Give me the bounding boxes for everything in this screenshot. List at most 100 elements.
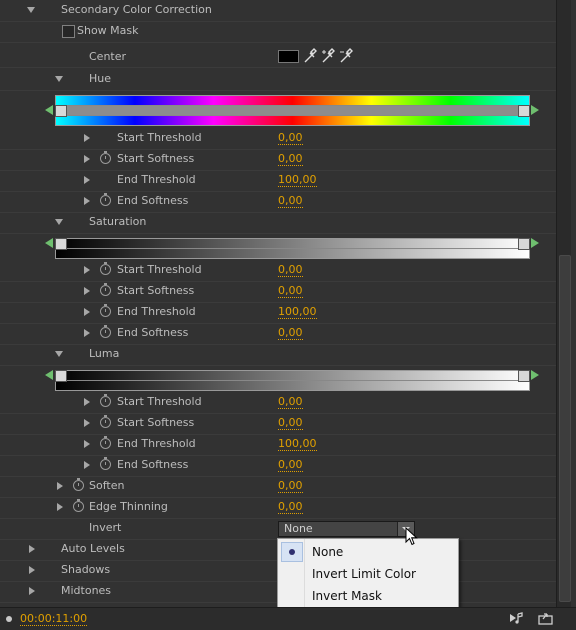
stopwatch-icon[interactable] bbox=[100, 151, 111, 164]
menu-item-label: Invert Limit Color bbox=[312, 567, 416, 581]
expand-triangle-icon[interactable] bbox=[84, 329, 90, 337]
menu-item-invert-limit-color[interactable]: Invert Limit Color bbox=[279, 563, 457, 584]
hue-start-softness-value[interactable]: 0,00 bbox=[278, 152, 303, 166]
center-color-swatch[interactable] bbox=[278, 50, 299, 63]
hue-header[interactable]: Hue bbox=[0, 69, 556, 91]
eyedropper-plus-icon[interactable] bbox=[321, 48, 335, 64]
hue-right-arrow-icon[interactable] bbox=[531, 105, 539, 115]
hue-end-handle[interactable] bbox=[518, 105, 530, 117]
expand-triangle-icon[interactable] bbox=[84, 461, 90, 469]
param-label: End Softness bbox=[117, 194, 189, 207]
hue-end-threshold-row: End Threshold 100,00 bbox=[0, 170, 556, 192]
stopwatch-icon[interactable] bbox=[100, 457, 111, 470]
saturation-left-arrow-icon[interactable] bbox=[45, 238, 53, 248]
expand-triangle-icon[interactable] bbox=[84, 134, 90, 142]
luma-gradient-top bbox=[56, 371, 529, 380]
invert-label: Invert bbox=[89, 521, 122, 534]
hue-start-handle[interactable] bbox=[55, 105, 67, 117]
eyedropper-minus-icon[interactable] bbox=[339, 48, 353, 64]
show-mask-label: Show Mask bbox=[77, 24, 139, 37]
saturation-start-softness-value[interactable]: 0,00 bbox=[278, 284, 303, 298]
stopwatch-icon[interactable] bbox=[100, 193, 111, 206]
collapse-triangle-icon[interactable] bbox=[55, 351, 63, 357]
saturation-end-handle[interactable] bbox=[518, 238, 530, 250]
stopwatch-icon[interactable] bbox=[100, 415, 111, 428]
hue-end-threshold-value[interactable]: 100,00 bbox=[278, 173, 317, 187]
param-label: Start Softness bbox=[117, 284, 195, 297]
menu-item-invert-mask[interactable]: Invert Mask bbox=[279, 585, 457, 606]
luma-header[interactable]: Luma bbox=[0, 344, 556, 366]
stopwatch-icon[interactable] bbox=[100, 436, 111, 449]
collapse-triangle-icon[interactable] bbox=[55, 76, 63, 82]
stopwatch-icon[interactable] bbox=[100, 325, 111, 338]
param-label: End Softness bbox=[117, 458, 189, 471]
invert-dropdown[interactable]: None bbox=[278, 521, 415, 537]
export-icon[interactable] bbox=[538, 611, 554, 628]
hue-start-threshold-value[interactable]: 0,00 bbox=[278, 131, 303, 145]
expand-triangle-icon[interactable] bbox=[84, 176, 90, 184]
param-label: End Threshold bbox=[117, 305, 196, 318]
menu-item-none[interactable]: None bbox=[279, 541, 457, 562]
audio-playback-icon[interactable] bbox=[509, 611, 525, 628]
edge-thinning-value[interactable]: 0,00 bbox=[278, 500, 303, 514]
saturation-header[interactable]: Saturation bbox=[0, 212, 556, 234]
scrollbar-thumb[interactable] bbox=[559, 255, 571, 602]
expand-triangle-icon[interactable] bbox=[84, 398, 90, 406]
param-label: Start Threshold bbox=[117, 263, 202, 276]
edge-thinning-label: Edge Thinning bbox=[89, 500, 168, 513]
expand-triangle-icon[interactable] bbox=[84, 287, 90, 295]
expand-triangle-icon[interactable] bbox=[57, 482, 63, 490]
saturation-end-threshold-value[interactable]: 100,00 bbox=[278, 305, 317, 319]
param-label: End Threshold bbox=[117, 437, 196, 450]
saturation-right-arrow-icon[interactable] bbox=[531, 238, 539, 248]
expand-triangle-icon[interactable] bbox=[84, 155, 90, 163]
luma-start-threshold-value[interactable]: 0,00 bbox=[278, 395, 303, 409]
expand-triangle-icon[interactable] bbox=[84, 440, 90, 448]
hue-left-arrow-icon[interactable] bbox=[45, 105, 53, 115]
saturation-end-softness-value[interactable]: 0,00 bbox=[278, 326, 303, 340]
eyedropper-icon[interactable] bbox=[303, 48, 317, 64]
luma-end-threshold-value[interactable]: 100,00 bbox=[278, 437, 317, 451]
expand-triangle-icon[interactable] bbox=[57, 503, 63, 511]
luma-start-softness-value[interactable]: 0,00 bbox=[278, 416, 303, 430]
section-secondary-color-correction[interactable]: Secondary Color Correction bbox=[0, 0, 556, 22]
luma-range-bar[interactable] bbox=[55, 370, 530, 391]
section-label: Midtones bbox=[61, 584, 112, 597]
stopwatch-icon[interactable] bbox=[73, 499, 84, 512]
section-label: Auto Levels bbox=[61, 542, 125, 555]
expand-triangle-icon[interactable] bbox=[29, 545, 35, 553]
expand-triangle-icon[interactable] bbox=[84, 197, 90, 205]
expand-triangle-icon[interactable] bbox=[84, 419, 90, 427]
luma-start-handle[interactable] bbox=[55, 370, 67, 382]
param-label: End Threshold bbox=[117, 173, 196, 186]
panel-footer: 00:00:11:00 bbox=[0, 607, 576, 630]
luma-end-handle[interactable] bbox=[518, 370, 530, 382]
expand-triangle-icon[interactable] bbox=[84, 266, 90, 274]
luma-end-softness-value[interactable]: 0,00 bbox=[278, 458, 303, 472]
collapse-triangle-icon[interactable] bbox=[27, 7, 35, 13]
saturation-start-threshold-value[interactable]: 0,00 bbox=[278, 263, 303, 277]
invert-dropdown-value: None bbox=[284, 522, 313, 535]
expand-triangle-icon[interactable] bbox=[29, 587, 35, 595]
expand-triangle-icon[interactable] bbox=[29, 566, 35, 574]
show-mask-checkbox[interactable] bbox=[62, 25, 75, 38]
soften-value[interactable]: 0,00 bbox=[278, 479, 303, 493]
timecode-display[interactable]: 00:00:11:00 bbox=[20, 612, 88, 626]
vertical-scrollbar[interactable] bbox=[556, 0, 571, 607]
luma-right-arrow-icon[interactable] bbox=[531, 370, 539, 380]
collapse-triangle-icon[interactable] bbox=[55, 219, 63, 225]
stopwatch-icon[interactable] bbox=[100, 262, 111, 275]
saturation-start-handle[interactable] bbox=[55, 238, 67, 250]
saturation-range-bar[interactable] bbox=[55, 238, 530, 259]
hue-range-bar[interactable] bbox=[55, 95, 530, 126]
stopwatch-icon[interactable] bbox=[73, 478, 84, 491]
luma-end-softness-row: End Softness 0,00 bbox=[0, 455, 556, 477]
playhead-dot-icon bbox=[6, 616, 12, 622]
hue-end-softness-value[interactable]: 0,00 bbox=[278, 194, 303, 208]
stopwatch-icon[interactable] bbox=[100, 283, 111, 296]
stopwatch-icon[interactable] bbox=[100, 304, 111, 317]
expand-triangle-icon[interactable] bbox=[84, 308, 90, 316]
stopwatch-icon[interactable] bbox=[100, 394, 111, 407]
luma-left-arrow-icon[interactable] bbox=[45, 370, 53, 380]
invert-options-menu: None Invert Limit Color Invert Mask bbox=[277, 538, 459, 608]
